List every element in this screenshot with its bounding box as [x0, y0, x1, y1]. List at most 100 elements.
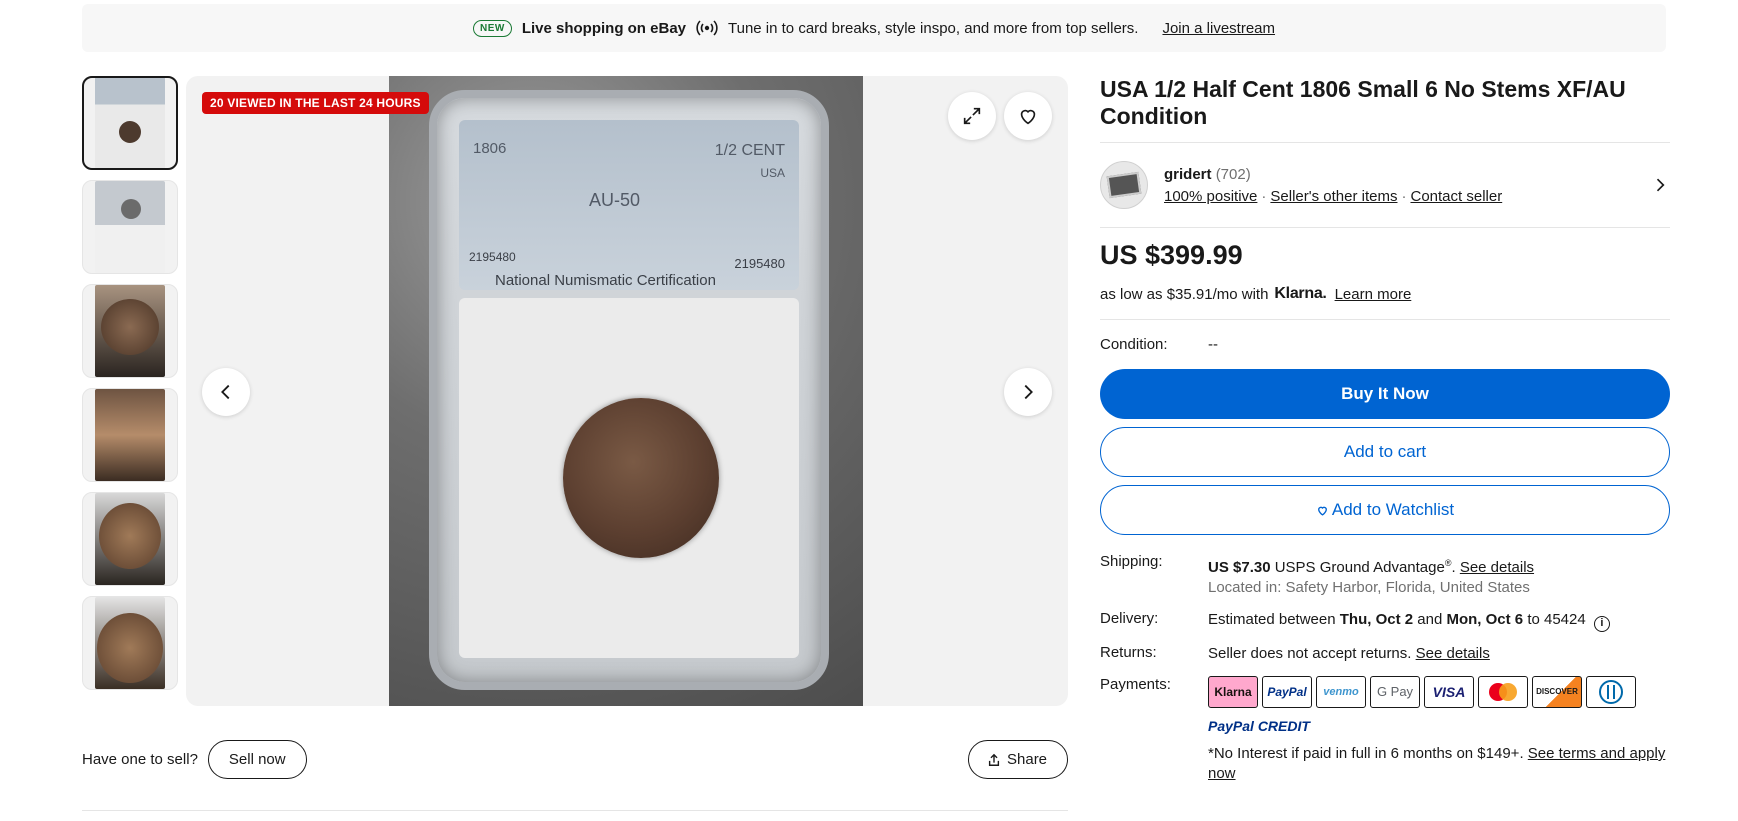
seller-name[interactable]: gridert	[1164, 166, 1212, 183]
sell-now-button[interactable]: Sell now	[207, 740, 307, 779]
registered-mark: ®	[1444, 558, 1452, 568]
thumbnail-3[interactable]	[82, 284, 178, 378]
shipping-service: USPS Ground Advantage	[1274, 559, 1445, 576]
next-image-button[interactable]	[1004, 368, 1052, 416]
thumbnail-2[interactable]	[82, 180, 178, 274]
delivery-start-date: Thu, Oct 2	[1339, 611, 1414, 628]
chevron-right-icon	[1024, 384, 1033, 400]
slab-grade: AU-50	[589, 190, 641, 210]
coin-slab: 1806 1/2 CENT USA AU-50 2195480 2195480 …	[429, 90, 829, 690]
expand-button[interactable]	[948, 92, 996, 140]
sell-row: Have one to sell? Sell now	[82, 740, 307, 779]
favorite-button[interactable]	[1004, 92, 1052, 140]
live-shopping-banner: NEW Live shopping on eBay Tune in to car…	[82, 4, 1666, 52]
shipping-label: Shipping:	[1100, 553, 1163, 570]
add-to-cart-button[interactable]: Add to cart	[1100, 427, 1670, 477]
seller-card[interactable]: gridert (702) 100% positive · Seller's oth…	[1100, 155, 1670, 215]
slab-cert-right: 2195480	[734, 256, 785, 271]
thumbnail-6[interactable]	[82, 596, 178, 690]
seller-other-items-link[interactable]: Seller's other items	[1270, 188, 1397, 205]
share-label: Share	[1007, 751, 1048, 768]
delivery-label: Delivery:	[1100, 610, 1159, 627]
seller-positive-link[interactable]: 100% positive	[1164, 188, 1257, 205]
klarna-logo-icon: Klarna	[1208, 676, 1258, 708]
expand-icon	[963, 107, 981, 125]
heart-icon	[1317, 506, 1327, 516]
discover-logo-icon: DISCOVER	[1532, 676, 1582, 708]
klarna-logo: Klarna.	[1274, 285, 1327, 302]
watchlist-label: Add to Watchlist	[1331, 500, 1455, 519]
paypal-logo-icon: PayPal	[1262, 676, 1312, 708]
shipping-see-details-link[interactable]: See details	[1460, 559, 1534, 576]
delivery-zip: to 45424	[1527, 611, 1586, 628]
thumbnail-5[interactable]	[82, 492, 178, 586]
divider	[1100, 227, 1670, 228]
banner-title: Live shopping on eBay	[521, 19, 686, 37]
mastercard-logo-icon	[1478, 676, 1528, 708]
listing-title: USA 1/2 Half Cent 1806 Small 6 No Stems …	[1100, 76, 1626, 129]
slab-label: 1806 1/2 CENT USA AU-50 2195480 2195480 …	[459, 120, 799, 290]
delivery-and: and	[1417, 611, 1443, 628]
divider	[1100, 142, 1670, 143]
klarna-financing: as low as $35.91/mo with Klarna. Learn m…	[1100, 285, 1670, 303]
divider	[82, 810, 1068, 811]
contact-seller-link[interactable]: Contact seller	[1410, 188, 1502, 205]
heart-icon	[1020, 109, 1036, 125]
add-to-watchlist-button[interactable]: Add to Watchlist	[1100, 485, 1670, 535]
item-location: Located in: Safety Harbor, Florida, Unit…	[1208, 579, 1530, 596]
shipping-cost: US $7.30	[1208, 559, 1271, 576]
condition-row: Condition: --	[1100, 336, 1670, 353]
seller-avatar[interactable]	[1100, 161, 1148, 209]
seller-feedback-count: (702)	[1215, 165, 1251, 183]
slab-year: 1806	[473, 140, 507, 157]
coin-image	[563, 398, 719, 558]
viewed-count-badge: 20 VIEWED IN THE LAST 24 HOURS	[202, 92, 429, 114]
thumbnail-1[interactable]	[82, 76, 178, 170]
delivery-prefix: Estimated between	[1208, 611, 1336, 628]
returns-text: Seller does not accept returns.	[1208, 645, 1412, 662]
delivery-end-date: Mon, Oct 6	[1446, 611, 1524, 628]
broadcast-icon	[696, 20, 718, 36]
returns-label: Returns:	[1100, 644, 1157, 661]
info-icon[interactable]: i	[1593, 616, 1610, 632]
thumbnail-strip	[82, 76, 178, 700]
share-button[interactable]: Share	[968, 740, 1069, 779]
have-one-to-sell-text: Have one to sell?	[82, 751, 198, 768]
main-image-gallery[interactable]: 1806 1/2 CENT USA AU-50 2195480 2195480 …	[186, 76, 1068, 706]
google-pay-logo-icon: G Pay	[1370, 676, 1420, 708]
slab-insert	[459, 298, 799, 658]
payments-row: Payments: Klarna PayPal venmo G Pay VISA…	[1100, 676, 1670, 784]
divider	[1100, 319, 1670, 320]
item-price: US $399.99	[1100, 240, 1243, 270]
returns-see-details-link[interactable]: See details	[1416, 645, 1490, 662]
main-product-photo: 1806 1/2 CENT USA AU-50 2195480 2195480 …	[389, 76, 863, 706]
new-badge: NEW	[472, 19, 512, 37]
chevron-left-icon	[221, 384, 230, 400]
payment-terms: *No Interest if paid in full in 6 months…	[1208, 744, 1670, 784]
visa-logo-icon: VISA	[1424, 676, 1474, 708]
join-livestream-link[interactable]: Join a livestream	[1162, 20, 1275, 37]
payment-logos: Klarna PayPal venmo G Pay VISA DISCOVER	[1208, 676, 1670, 708]
shipping-info: Shipping: US $7.30 USPS Ground Advantage…	[1100, 553, 1670, 784]
condition-label: Condition:	[1100, 336, 1168, 353]
slab-country: USA	[760, 166, 785, 180]
share-icon	[988, 753, 1000, 766]
klarna-prefix: as low as $35.91/mo with	[1100, 285, 1269, 303]
klarna-learn-more-link[interactable]: Learn more	[1335, 286, 1412, 303]
chevron-right-icon[interactable]	[1650, 175, 1670, 195]
slab-cert-left: 2195480	[469, 250, 516, 264]
payment-terms-text: *No Interest if paid in full in 6 months…	[1208, 745, 1524, 762]
thumbnail-4[interactable]	[82, 388, 178, 482]
paypal-credit-logo: PayPal CREDIT	[1208, 718, 1310, 734]
seller-name-line: gridert (702)	[1164, 166, 1650, 183]
condition-value: --	[1208, 336, 1218, 353]
returns-row: Returns: Seller does not accept returns.…	[1100, 644, 1670, 664]
listing-details: USA 1/2 Half Cent 1806 Small 6 No Stems …	[1100, 76, 1670, 796]
previous-image-button[interactable]	[202, 368, 250, 416]
buy-it-now-button[interactable]: Buy It Now	[1100, 369, 1670, 419]
slab-denomination: 1/2 CENT	[714, 142, 785, 159]
shipping-row: Shipping: US $7.30 USPS Ground Advantage…	[1100, 553, 1535, 596]
slab-org: National Numismatic Certification	[495, 272, 716, 289]
banner-text: Tune in to card breaks, style inspo, and…	[728, 19, 1139, 37]
diners-club-logo-icon	[1586, 676, 1636, 708]
